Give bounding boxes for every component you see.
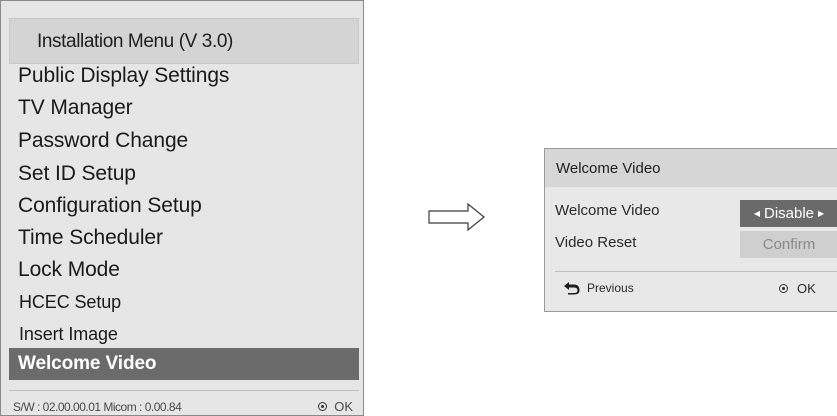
welcome-video-dialog-divider (555, 271, 837, 272)
menu-item-tv-manager[interactable]: TV Manager (9, 92, 359, 124)
left-triangle-icon[interactable]: ◀ (754, 209, 760, 218)
software-version-info: S/W : 02.00.00.01 Micom : 0.00.84 (13, 400, 182, 414)
video-reset-label: Video Reset (555, 234, 637, 251)
ok-button[interactable]: OK (318, 399, 353, 414)
installation-menu-header: Installation Menu (V 3.0) (9, 18, 359, 64)
welcome-video-dialog: Welcome Video Welcome Video ◀ Disable ▶ … (544, 148, 837, 312)
right-arrow-icon (428, 202, 485, 232)
welcome-video-dialog-header: Welcome Video (545, 149, 837, 187)
previous-button[interactable]: Previous (563, 281, 634, 295)
menu-item-hcec-setup[interactable]: HCEC Setup (9, 286, 359, 318)
menu-item-welcome-video[interactable]: Welcome Video (9, 348, 359, 380)
radio-ok-icon (318, 402, 328, 411)
previous-label: Previous (587, 281, 634, 295)
menu-item-public-display-settings[interactable]: Public Display Settings (9, 60, 359, 92)
welcome-video-value: Disable (763, 205, 815, 222)
screenshot-stage: Installation Menu (V 3.0) Public Display… (0, 0, 837, 416)
right-triangle-icon[interactable]: ▶ (818, 209, 824, 218)
return-arrow-icon (564, 282, 580, 295)
installation-menu-footer: S/W : 02.00.00.01 Micom : 0.00.84 OK (9, 399, 359, 415)
dialog-ok-label: OK (797, 281, 816, 296)
menu-item-insert-image[interactable]: Insert Image (9, 318, 359, 350)
menu-item-lock-mode[interactable]: Lock Mode (9, 254, 359, 286)
installation-menu-title: Installation Menu (V 3.0) (37, 31, 233, 52)
menu-item-password-change[interactable]: Password Change (9, 125, 359, 157)
installation-menu-divider (9, 390, 359, 391)
welcome-video-setting-label: Welcome Video (555, 202, 660, 219)
installation-menu-panel: Installation Menu (V 3.0) Public Display… (0, 0, 364, 416)
welcome-video-value-selector[interactable]: ◀ Disable ▶ (740, 200, 837, 227)
menu-item-set-id-setup[interactable]: Set ID Setup (9, 158, 359, 190)
dialog-ok-button[interactable]: OK (779, 281, 816, 296)
menu-item-time-scheduler[interactable]: Time Scheduler (9, 222, 359, 254)
menu-item-configuration-setup[interactable]: Configuration Setup (9, 190, 359, 222)
welcome-video-dialog-title: Welcome Video (556, 160, 661, 177)
radio-ok-icon (779, 284, 788, 293)
video-reset-confirm-button[interactable]: Confirm (740, 231, 837, 258)
ok-label: OK (334, 399, 353, 414)
